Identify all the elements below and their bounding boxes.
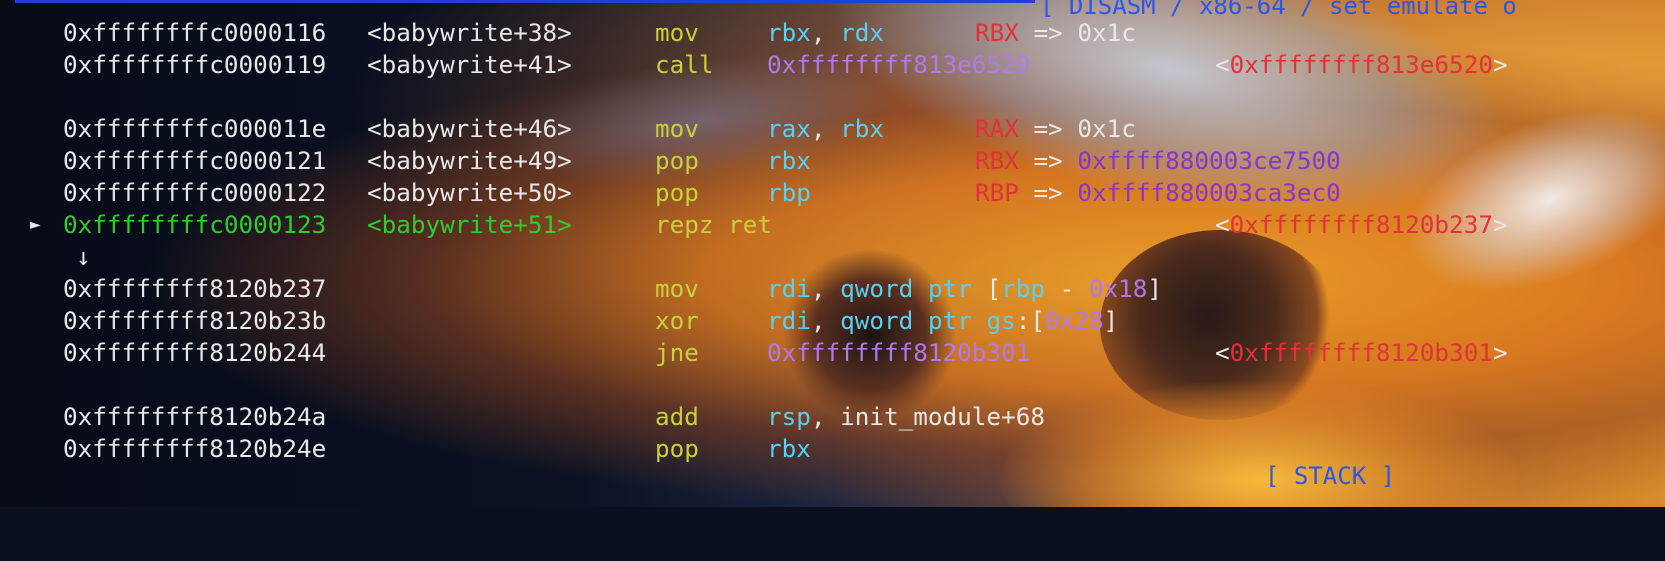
instruction-address: 0xffffffff8120b244 [63, 338, 327, 367]
instruction-address: 0xffffffffc0000116 [63, 18, 327, 47]
operands: rbx [767, 146, 811, 175]
mnemonic: call [655, 50, 714, 79]
mnemonic: add [655, 402, 699, 431]
mnemonic: pop [655, 146, 699, 175]
disasm-row[interactable]: 0xffffffffc0000116 <babywrite+38> mov rb… [0, 17, 1665, 49]
instruction-address: 0xffffffffc0000121 [63, 146, 327, 175]
operands: rbp [767, 178, 811, 207]
disasm-row[interactable]: 0xffffffffc000011e <babywrite+46> mov ra… [0, 113, 1665, 145]
mnemonic: pop [655, 434, 699, 463]
mnemonic: xor [655, 306, 699, 335]
instruction-symbol: <babywrite+38> [367, 18, 572, 47]
mnemonic: repz ret [655, 210, 773, 239]
disasm-row[interactable]: 0xffffffff8120b24e pop rbx [0, 433, 1665, 465]
instruction-address: 0xffffffff8120b24e [63, 434, 327, 463]
instruction-symbol: <babywrite+50> [367, 178, 572, 207]
instruction-address: 0xffffffff8120b23b [63, 306, 327, 335]
mnemonic: mov [655, 274, 699, 303]
jump-target: 0xffffffff8120b301 [767, 338, 1031, 367]
instruction-address: 0xffffffff8120b237 [63, 274, 327, 303]
current-instruction-marker-icon: ► [30, 214, 41, 235]
operands: rbx [767, 434, 811, 463]
disasm-row[interactable]: 0xffffffffc0000121 <babywrite+49> pop rb… [0, 145, 1665, 177]
stack-section-header: [ STACK ] [1265, 462, 1396, 490]
disasm-row[interactable]: 0xffffffff8120b24a add rsp, init_module+… [0, 401, 1665, 433]
disasm-row-current[interactable]: ► 0xffffffffc0000123 <babywrite+51> repz… [0, 209, 1665, 241]
operands: rsp, init_module+68 [767, 402, 1045, 431]
register-annotation: RBP => 0xffff880003ca3ec0 [975, 178, 1341, 207]
mnemonic: pop [655, 178, 699, 207]
down-arrow-icon: ↓ [76, 242, 91, 271]
operands: rdi, qword ptr [rbp - 0x18] [767, 274, 1163, 303]
disasm-row[interactable]: 0xffffffffc0000122 <babywrite+50> pop rb… [0, 177, 1665, 209]
target-annotation: <0xffffffff8120b301> [1215, 338, 1508, 367]
instruction-symbol: <babywrite+51> [367, 210, 572, 239]
register-annotation: RAX => 0x1c [975, 114, 1136, 143]
instruction-address: 0xffffffffc0000122 [63, 178, 327, 207]
disasm-row[interactable]: 0xffffffff8120b244 jne 0xffffffff8120b30… [0, 337, 1665, 369]
call-target: 0xffffffff813e6520 [767, 50, 1031, 79]
instruction-address: 0xffffffff8120b24a [63, 402, 327, 431]
flow-arrow-row: ↓ [0, 241, 200, 273]
instruction-symbol: <babywrite+49> [367, 146, 572, 175]
instruction-symbol: <babywrite+41> [367, 50, 572, 79]
instruction-address: 0xffffffffc0000119 [63, 50, 327, 79]
mnemonic: mov [655, 18, 699, 47]
disasm-row[interactable]: 0xffffffff8120b23b xor rdi, qword ptr gs… [0, 305, 1665, 337]
register-annotation: RBX => 0x1c [975, 18, 1136, 47]
operands: rax, rbx [767, 114, 885, 143]
section-divider-line [15, 0, 1035, 3]
instruction-address: 0xffffffffc0000123 [63, 210, 327, 239]
instruction-symbol: <babywrite+46> [367, 114, 572, 143]
disasm-row[interactable]: 0xffffffff8120b237 mov rdi, qword ptr [r… [0, 273, 1665, 305]
operands: rdi, qword ptr gs:[0x28] [767, 306, 1119, 335]
instruction-address: 0xffffffffc000011e [63, 114, 327, 143]
mnemonic: jne [655, 338, 699, 367]
mnemonic: mov [655, 114, 699, 143]
disasm-row[interactable]: 0xffffffffc0000119 <babywrite+41> call 0… [0, 49, 1665, 81]
operands: rbx, rdx [767, 18, 885, 47]
target-annotation: <0xffffffff8120b237> [1215, 210, 1508, 239]
register-annotation: RBX => 0xffff880003ce7500 [975, 146, 1341, 175]
target-annotation: <0xffffffff813e6520> [1215, 50, 1508, 79]
